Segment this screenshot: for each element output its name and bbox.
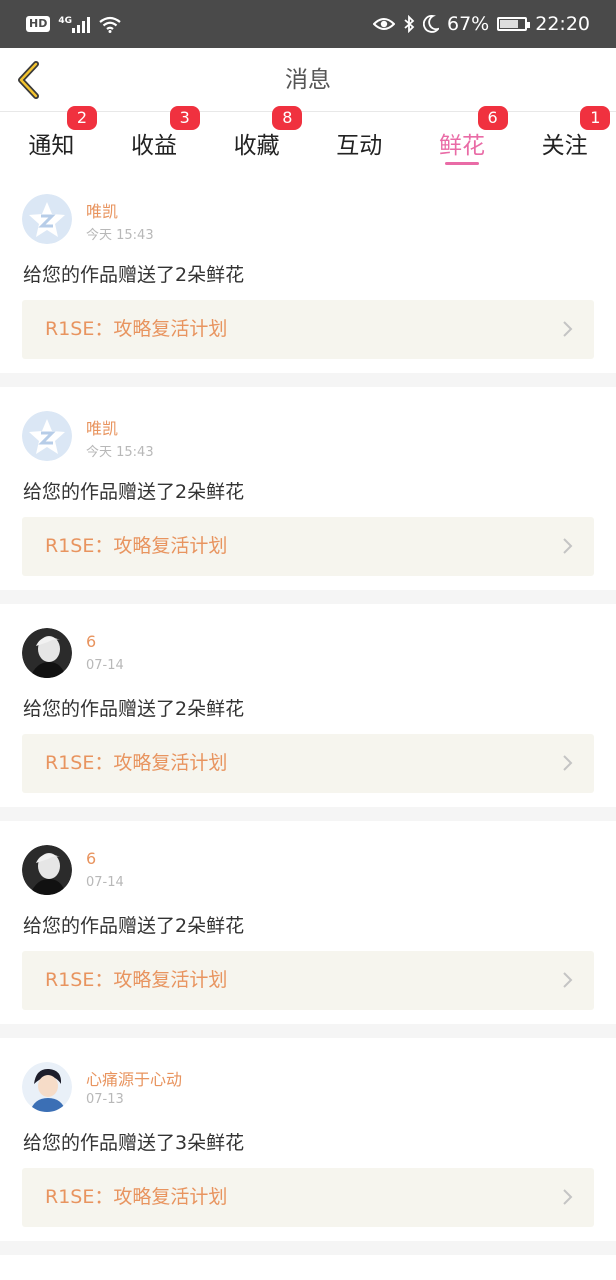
work-link-card[interactable]: R1SE：攻略复活计划	[22, 1168, 594, 1227]
app-header: 消息	[0, 48, 616, 112]
item-divider	[0, 1024, 616, 1038]
work-title: R1SE：攻略复活计划	[45, 969, 228, 991]
message-time: 今天 15:43	[86, 445, 154, 460]
work-title: R1SE：攻略复活计划	[45, 318, 228, 340]
message-text: 给您的作品赠送了2朵鲜花	[23, 698, 245, 720]
bluetooth-icon	[404, 15, 415, 33]
tab-5[interactable]: 关注 1	[513, 106, 616, 170]
hd-indicator: HD	[26, 16, 51, 32]
chevron-right-icon	[563, 972, 573, 988]
work-link-card[interactable]: R1SE：攻略复活计划	[22, 300, 594, 359]
clock: 22:20	[535, 13, 590, 35]
tab-label: 收益	[130, 133, 177, 159]
message-text: 给您的作品赠送了3朵鲜花	[23, 1132, 245, 1154]
tab-unread-badge: 2	[67, 106, 97, 130]
user-avatar[interactable]	[22, 1062, 72, 1112]
chevron-right-icon	[563, 538, 573, 554]
tab-label: 鲜花	[438, 133, 485, 159]
item-divider	[0, 590, 616, 604]
status-bar: HD 4G 67% 22:20	[0, 0, 616, 48]
flower-message-item-partial	[0, 1255, 616, 1280]
flower-message-item: 唯凯今天 15:43 给您的作品赠送了2朵鲜花 R1SE：攻略复活计划	[0, 387, 616, 590]
work-link-card[interactable]: R1SE：攻略复活计划	[22, 517, 594, 576]
chevron-right-icon	[563, 321, 573, 337]
message-text: 给您的作品赠送了2朵鲜花	[23, 915, 245, 937]
tab-label: 关注	[541, 133, 588, 159]
chevron-right-icon	[563, 1189, 573, 1205]
work-title: R1SE：攻略复活计划	[45, 752, 228, 774]
work-link-card[interactable]: R1SE：攻略复活计划	[22, 951, 594, 1010]
user-avatar[interactable]	[22, 628, 72, 678]
message-time: 今天 15:43	[86, 228, 154, 243]
tab-unread-badge: 1	[580, 106, 611, 130]
tab-3[interactable]: 互动	[308, 112, 411, 170]
status-bar-left: HD 4G	[26, 15, 122, 33]
sender-name[interactable]: 心痛源于心动	[86, 1066, 182, 1090]
message-text: 给您的作品赠送了2朵鲜花	[23, 264, 245, 286]
message-time: 07-13	[86, 1092, 124, 1107]
tab-label: 收藏	[233, 133, 280, 159]
user-avatar[interactable]	[22, 194, 72, 244]
tab-2[interactable]: 收藏 8	[205, 106, 308, 170]
work-title: R1SE：攻略复活计划	[45, 535, 228, 557]
sender-name[interactable]: 6	[86, 632, 96, 651]
tab-1[interactable]: 收益 3	[103, 106, 206, 170]
page-title: 消息	[285, 67, 331, 93]
message-time: 07-14	[86, 875, 124, 890]
message-text: 给您的作品赠送了2朵鲜花	[23, 481, 245, 503]
tab-4[interactable]: 鲜花 6	[411, 106, 514, 170]
flower-message-list: 唯凯 今天 15:43 给您的作品赠送了2朵鲜花 R1SE：攻略复活计划 唯凯 今天 15…	[0, 170, 616, 1280]
item-divider	[0, 1241, 616, 1255]
item-divider	[0, 373, 616, 387]
sender-name[interactable]: 唯凯	[86, 415, 118, 439]
item-divider	[0, 807, 616, 821]
flower-message-item: 心痛源于心动 07-13 给您的作品赠送了3朵鲜花 R1SE：攻略复活计划	[0, 1038, 616, 1241]
message-tabs: 通知 2 收益 3 收藏 8 互动 鲜花 6 关注 1	[0, 106, 616, 170]
sender-name[interactable]: 6	[86, 849, 96, 868]
flower-message-item: 唯凯今天 15:43 给您的作品赠送了2朵鲜花 R1SE：攻略复活计划	[0, 170, 616, 373]
sender-name[interactable]: 唯凯	[86, 198, 118, 222]
wifi-icon	[99, 16, 121, 33]
battery-percent: 67%	[447, 13, 490, 35]
status-bar-right: 67% 22:20	[373, 13, 590, 35]
eye-comfort-icon	[373, 18, 395, 30]
active-tab-indicator	[444, 162, 479, 165]
user-avatar[interactable]	[22, 845, 72, 895]
flower-message-item: 6 07-14 给您的作品赠送了2朵鲜花 R1SE：攻略复活计划	[0, 604, 616, 807]
flower-message-item: 6 07-14 给您的作品赠送了2朵鲜花 R1SE：攻略复活计划	[0, 821, 616, 1024]
battery-icon	[497, 17, 531, 31]
chevron-right-icon	[563, 755, 573, 771]
work-link-card[interactable]: R1SE：攻略复活计划	[22, 734, 594, 793]
message-time: 07-14	[86, 658, 124, 673]
tab-unread-badge: 3	[169, 106, 200, 130]
network-type-label: 4G	[58, 16, 72, 26]
cell-signal-icon: 4G	[58, 15, 90, 33]
tab-unread-badge: 8	[272, 106, 303, 130]
work-title: R1SE：攻略复活计划	[45, 1186, 228, 1208]
user-avatar[interactable]	[22, 411, 72, 461]
tab-label: 通知	[28, 133, 75, 159]
do-not-disturb-moon-icon	[423, 15, 439, 33]
tab-label: 互动	[336, 133, 383, 159]
tab-0[interactable]: 通知 2	[0, 106, 103, 170]
tab-unread-badge: 6	[477, 106, 508, 130]
